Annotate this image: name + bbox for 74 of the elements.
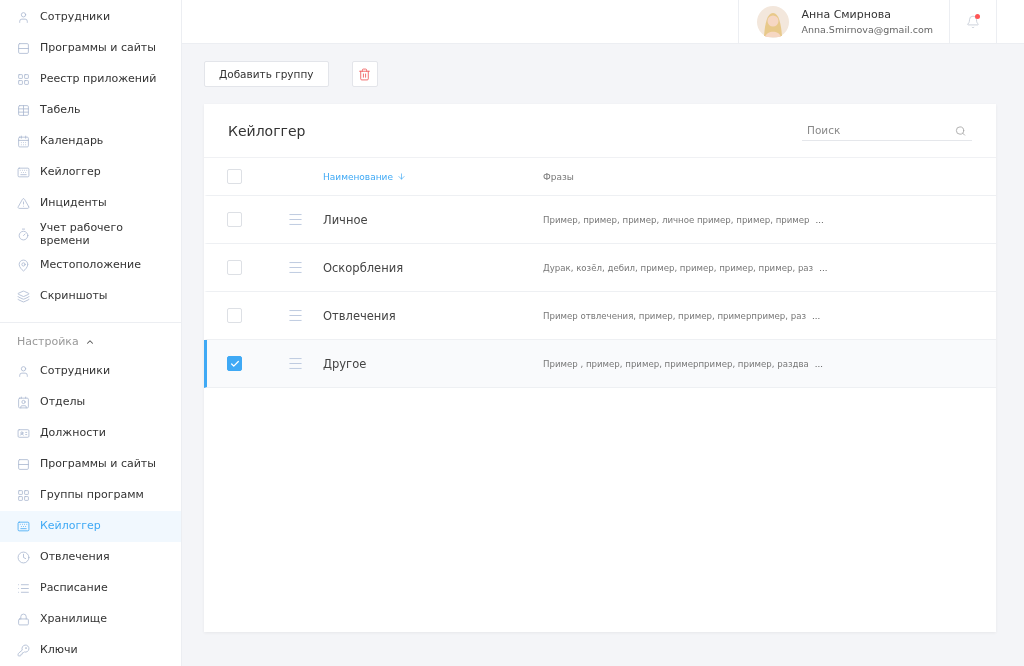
- sidebar-item[interactable]: Расписание: [0, 573, 181, 604]
- rows-icon: [17, 458, 30, 471]
- table-row[interactable]: Отвлечения Пример отвлечения, пример, пример, примерпример, раз ...: [204, 292, 996, 340]
- sidebar-item[interactable]: Скриншоты: [0, 281, 181, 312]
- table-row[interactable]: Оскорбления Дурак, козёл, дебил, пример, пример, пример, пример, раз ...: [204, 244, 996, 292]
- calendar-icon: [17, 135, 30, 148]
- phrases-text: Дурак, козёл, дебил, пример, пример, пример, пример, раз: [543, 262, 814, 273]
- stopwatch-icon: [17, 228, 30, 241]
- row-checkbox[interactable]: [227, 356, 242, 371]
- id-card-icon: [17, 427, 30, 440]
- person-icon: [17, 365, 30, 378]
- user-email: Anna.Smirnova@gmail.com: [801, 24, 933, 35]
- sidebar-item[interactable]: Хранилище: [0, 604, 181, 635]
- phrases-text: Пример, пример, пример, личное пример, пример, пример: [543, 214, 810, 225]
- drag-handle-icon[interactable]: [287, 307, 304, 324]
- check-icon: [229, 358, 240, 369]
- grid-icon: [17, 489, 30, 502]
- more-link[interactable]: ...: [819, 262, 828, 273]
- lock-icon: [17, 613, 30, 626]
- select-all-checkbox[interactable]: [227, 169, 242, 184]
- keyboard-icon: [17, 166, 30, 179]
- sidebar-item[interactable]: Ключи: [0, 635, 181, 666]
- sort-arrow-icon: [396, 172, 406, 181]
- sidebar-item[interactable]: Сотрудники: [0, 2, 181, 33]
- card-title: Кейлоггер: [228, 122, 306, 139]
- person-icon: [17, 11, 30, 24]
- delete-button[interactable]: [351, 61, 378, 87]
- sidebar-item[interactable]: Календарь: [0, 126, 181, 157]
- notifications-button[interactable]: [949, 0, 997, 43]
- layers-icon: [17, 290, 30, 303]
- phrases-text: Пример , пример, пример, примерпример, пример, раздва: [543, 358, 809, 369]
- sidebar-item[interactable]: Отделы: [0, 387, 181, 418]
- phrases-text: Пример отвлечения, пример, пример, примерпример, раз: [543, 310, 806, 321]
- sidebar-item[interactable]: Должности: [0, 418, 181, 449]
- search-icon: [955, 125, 966, 136]
- clock-icon: [17, 551, 30, 564]
- table-row[interactable]: Другое Пример , пример, пример, примерпример, пример, раздва ...: [204, 340, 996, 388]
- sidebar-item[interactable]: Программы и сайты: [0, 33, 181, 64]
- sidebar-item[interactable]: Реестр приложений: [0, 64, 181, 95]
- key-icon: [17, 644, 30, 657]
- sidebar-item[interactable]: Программы и сайты: [0, 449, 181, 480]
- table-icon: [17, 104, 30, 117]
- sidebar-item[interactable]: Группы программ: [0, 480, 181, 511]
- more-link[interactable]: ...: [814, 358, 823, 369]
- more-link[interactable]: ...: [812, 310, 821, 321]
- user-name: Анна Смирнова: [801, 8, 892, 21]
- group-name: Отвлечения: [323, 308, 397, 323]
- column-header[interactable]: Фразы: [543, 171, 996, 182]
- keyboard-icon: [17, 520, 30, 533]
- sidebar-item[interactable]: Инциденты: [0, 188, 181, 219]
- location-pin-icon: [17, 259, 30, 272]
- group-name: Оскорбления: [323, 260, 405, 275]
- table-row[interactable]: Личное Пример, пример, пример, личное пример, пример, пример ...: [204, 196, 996, 244]
- rows-icon: [17, 42, 30, 55]
- group-name: Другое: [323, 356, 368, 371]
- more-link[interactable]: ...: [815, 214, 824, 225]
- sidebar-item[interactable]: Сотрудники: [0, 356, 181, 387]
- bell-icon: [966, 14, 980, 29]
- add-group-button[interactable]: Добавить группу: [204, 61, 329, 87]
- drag-handle-icon[interactable]: [287, 259, 304, 276]
- trash-icon: [358, 67, 372, 81]
- drag-handle-icon[interactable]: [287, 211, 304, 228]
- avatar[interactable]: [757, 5, 790, 38]
- contact-card-icon: [17, 396, 30, 409]
- grid-icon: [17, 73, 30, 86]
- list-icon: [17, 582, 30, 595]
- sidebar-item[interactable]: Табель: [0, 95, 181, 126]
- drag-handle-icon[interactable]: [287, 355, 304, 372]
- sidebar-item[interactable]: Кейлоггер: [0, 157, 181, 188]
- sidebar-item[interactable]: Учет рабочего времени: [0, 219, 181, 250]
- sidebar-item[interactable]: Отвлечения: [0, 542, 181, 573]
- group-name: Личное: [323, 212, 369, 227]
- warning-icon: [17, 197, 30, 210]
- sidebar-item[interactable]: Местоположение: [0, 250, 181, 281]
